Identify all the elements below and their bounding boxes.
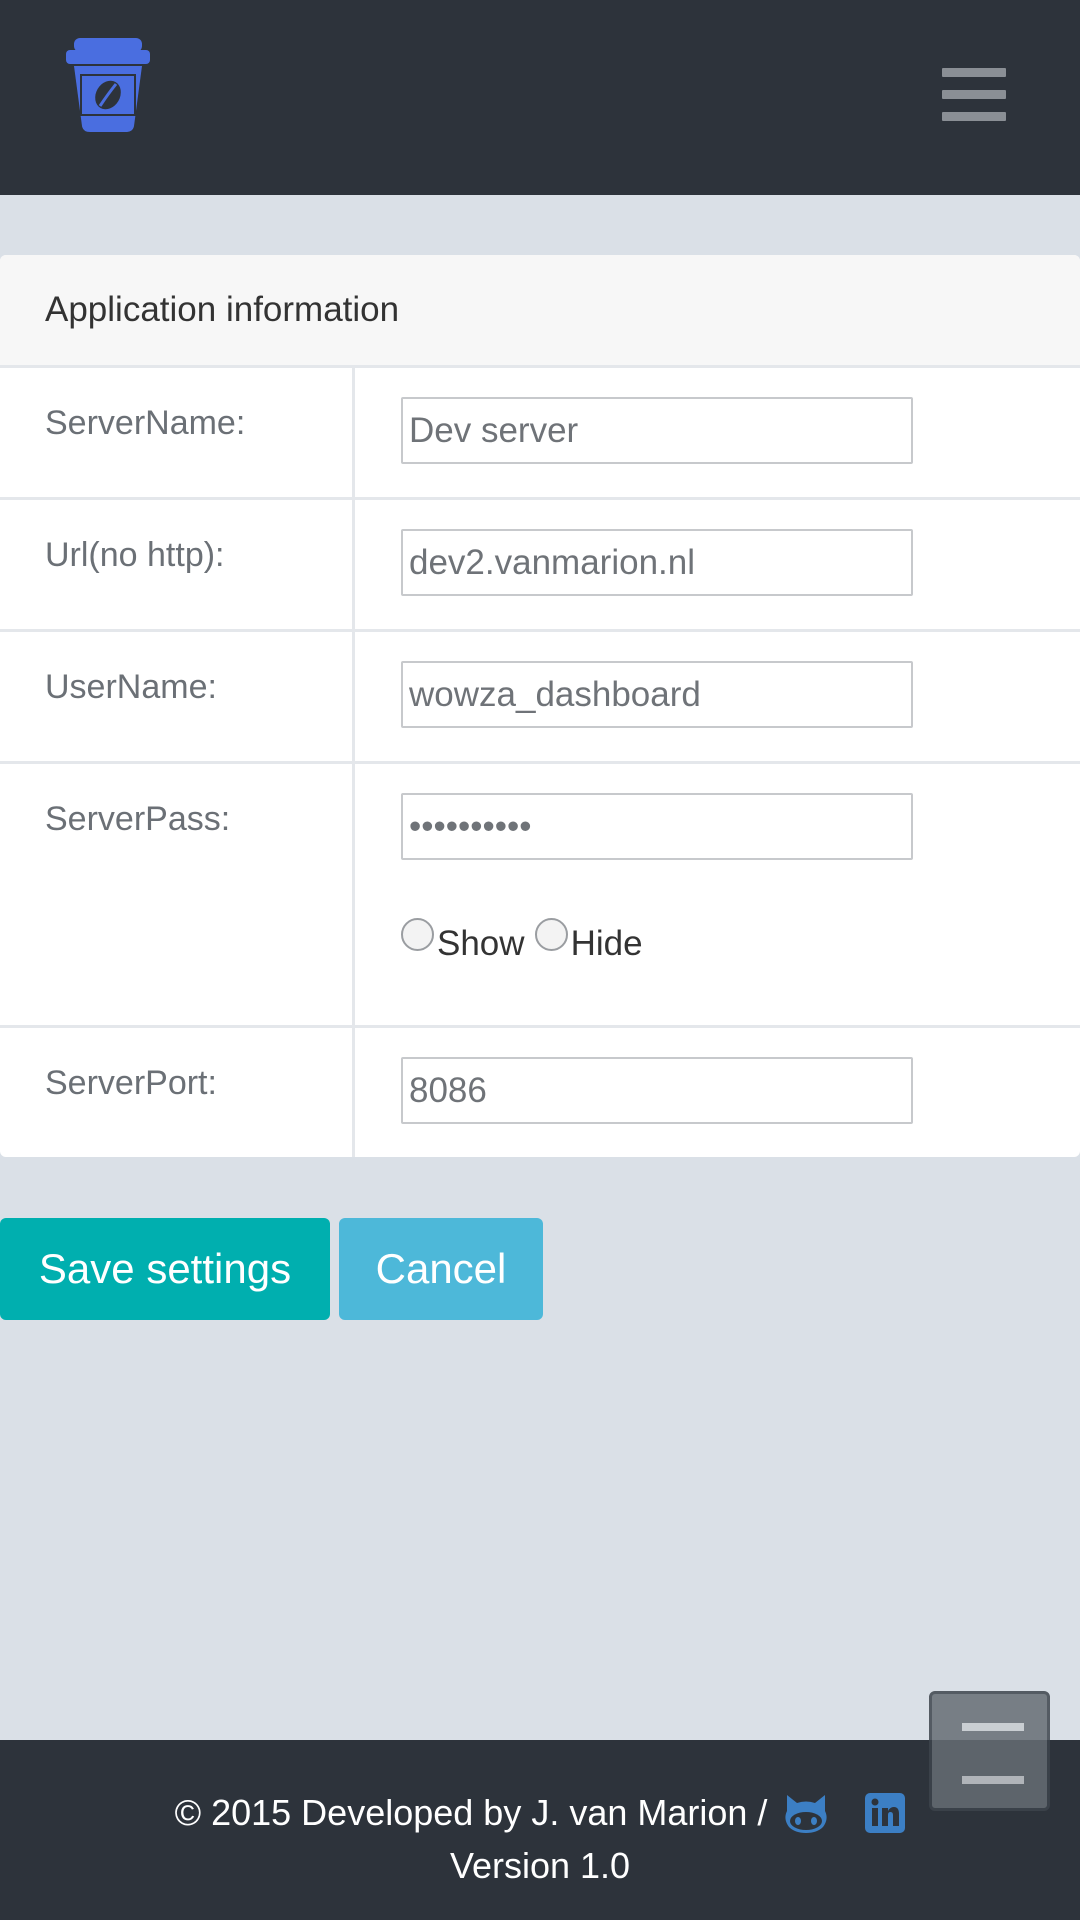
- column-divider: [352, 368, 355, 497]
- show-label: Show: [437, 924, 525, 963]
- column-divider: [352, 1028, 355, 1157]
- serverport-input[interactable]: [401, 1057, 913, 1124]
- linkedin-icon[interactable]: [865, 1793, 906, 1833]
- serverpass-label: ServerPass:: [45, 800, 231, 838]
- scroll-top-icon[interactable]: [929, 1691, 1050, 1811]
- footer: © 2015 Developed by J. van Marion / Vers…: [0, 1740, 1080, 1920]
- servername-input[interactable]: [401, 397, 913, 464]
- field-row-servername: ServerName:: [0, 368, 1080, 500]
- application-info-panel: Application information ServerName: Url(…: [0, 255, 1080, 1157]
- field-row-url: Url(no http):: [0, 500, 1080, 632]
- cancel-button[interactable]: Cancel: [339, 1218, 543, 1320]
- save-settings-button[interactable]: Save settings: [0, 1218, 330, 1320]
- footer-credit-text: © 2015 Developed by J. van Marion /: [174, 1792, 768, 1833]
- field-row-serverport: ServerPort:: [0, 1028, 1080, 1157]
- username-input[interactable]: [401, 661, 913, 728]
- hide-password-radio[interactable]: [534, 917, 568, 951]
- serverpass-input[interactable]: [401, 793, 913, 860]
- coffee-cup-icon[interactable]: [66, 36, 150, 134]
- url-label: Url(no http):: [45, 536, 225, 574]
- column-divider: [352, 764, 355, 1025]
- field-row-serverpass: ServerPass: Show Hide: [0, 764, 1080, 1028]
- panel-title: Application information: [0, 255, 1080, 368]
- column-divider: [352, 500, 355, 629]
- hamburger-menu-icon[interactable]: [942, 68, 1006, 122]
- column-divider: [352, 632, 355, 761]
- show-password-radio[interactable]: [401, 917, 434, 951]
- servername-label: ServerName:: [45, 404, 246, 442]
- hide-label: Hide: [570, 924, 643, 963]
- field-row-username: UserName:: [0, 632, 1080, 764]
- top-navbar: [0, 0, 1080, 195]
- github-icon[interactable]: [783, 1793, 829, 1833]
- password-visibility-toggle: Show Hide: [401, 917, 653, 964]
- url-input[interactable]: [401, 529, 913, 596]
- footer-version: Version 1.0: [449, 1845, 631, 1886]
- serverport-label: ServerPort:: [45, 1064, 217, 1102]
- username-label: UserName:: [45, 668, 217, 706]
- footer-credit: © 2015 Developed by J. van Marion /: [0, 1792, 1080, 1834]
